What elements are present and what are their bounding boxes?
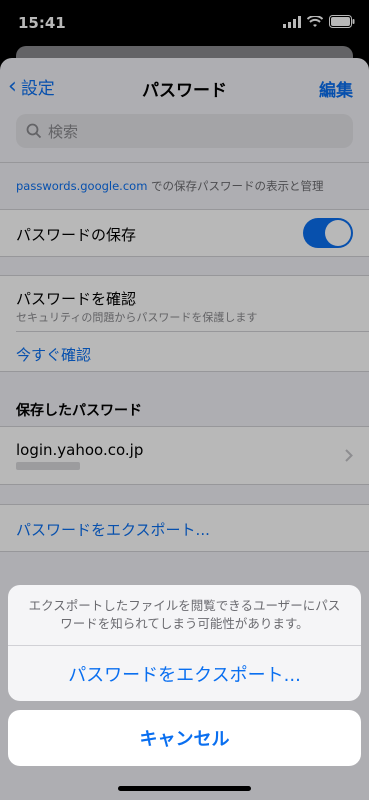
action-sheet-message: エクスポートしたファイルを閲覧できるユーザーにパスワードを知られてしまう可能性が… xyxy=(28,598,341,631)
home-indicator[interactable] xyxy=(118,786,251,791)
confirm-export-button[interactable]: パスワードをエクスポート... xyxy=(8,646,361,701)
export-action-sheet: エクスポートしたファイルを閲覧できるユーザーにパスワードを知られてしまう可能性が… xyxy=(8,585,361,701)
cancel-button[interactable]: キャンセル xyxy=(8,710,361,766)
